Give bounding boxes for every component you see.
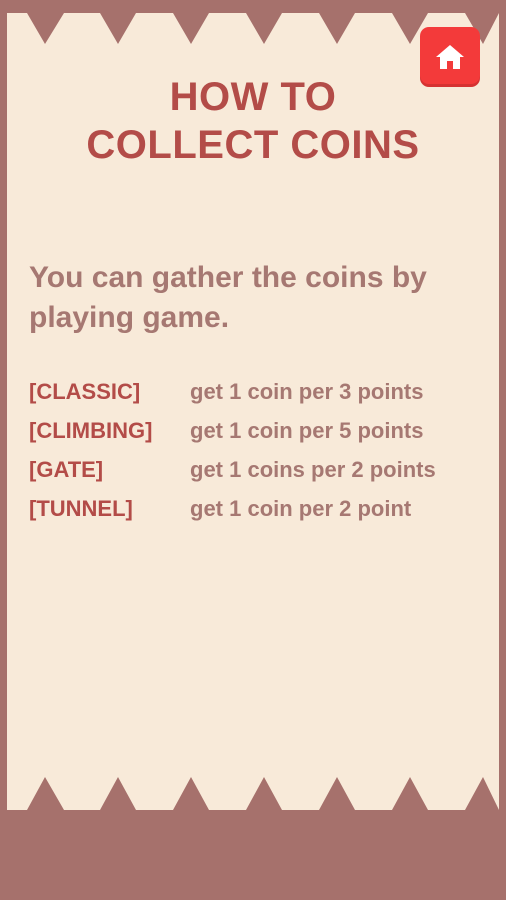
rule-row-gate: [GATE] get 1 coins per 2 points bbox=[29, 455, 489, 485]
rule-mode-label: [TUNNEL] bbox=[29, 496, 133, 521]
rule-row-classic: [CLASSIC] get 1 coin per 3 points bbox=[29, 377, 489, 407]
rule-reward-text: get 1 coin per 3 points bbox=[190, 379, 424, 404]
rule-row-tunnel: [TUNNEL] get 1 coin per 2 point bbox=[29, 494, 489, 524]
page-title-line-2: COLLECT COINS bbox=[86, 123, 420, 167]
rule-row-climbing: [CLIMBING] get 1 coin per 5 points bbox=[29, 416, 489, 446]
rule-reward-text: get 1 coins per 2 points bbox=[190, 457, 436, 482]
home-icon bbox=[435, 44, 465, 70]
intro-text: You can gather the coins by playing game… bbox=[29, 261, 427, 334]
rule-reward-text: get 1 coin per 5 points bbox=[190, 418, 424, 443]
rule-mode-label: [CLASSIC] bbox=[29, 379, 141, 404]
rule-reward-text: get 1 coin per 2 point bbox=[190, 496, 412, 521]
rule-mode-label: [GATE] bbox=[29, 457, 104, 482]
rule-mode-label: [CLIMBING] bbox=[29, 418, 153, 443]
page-title-line-1: HOW TO bbox=[169, 75, 337, 119]
